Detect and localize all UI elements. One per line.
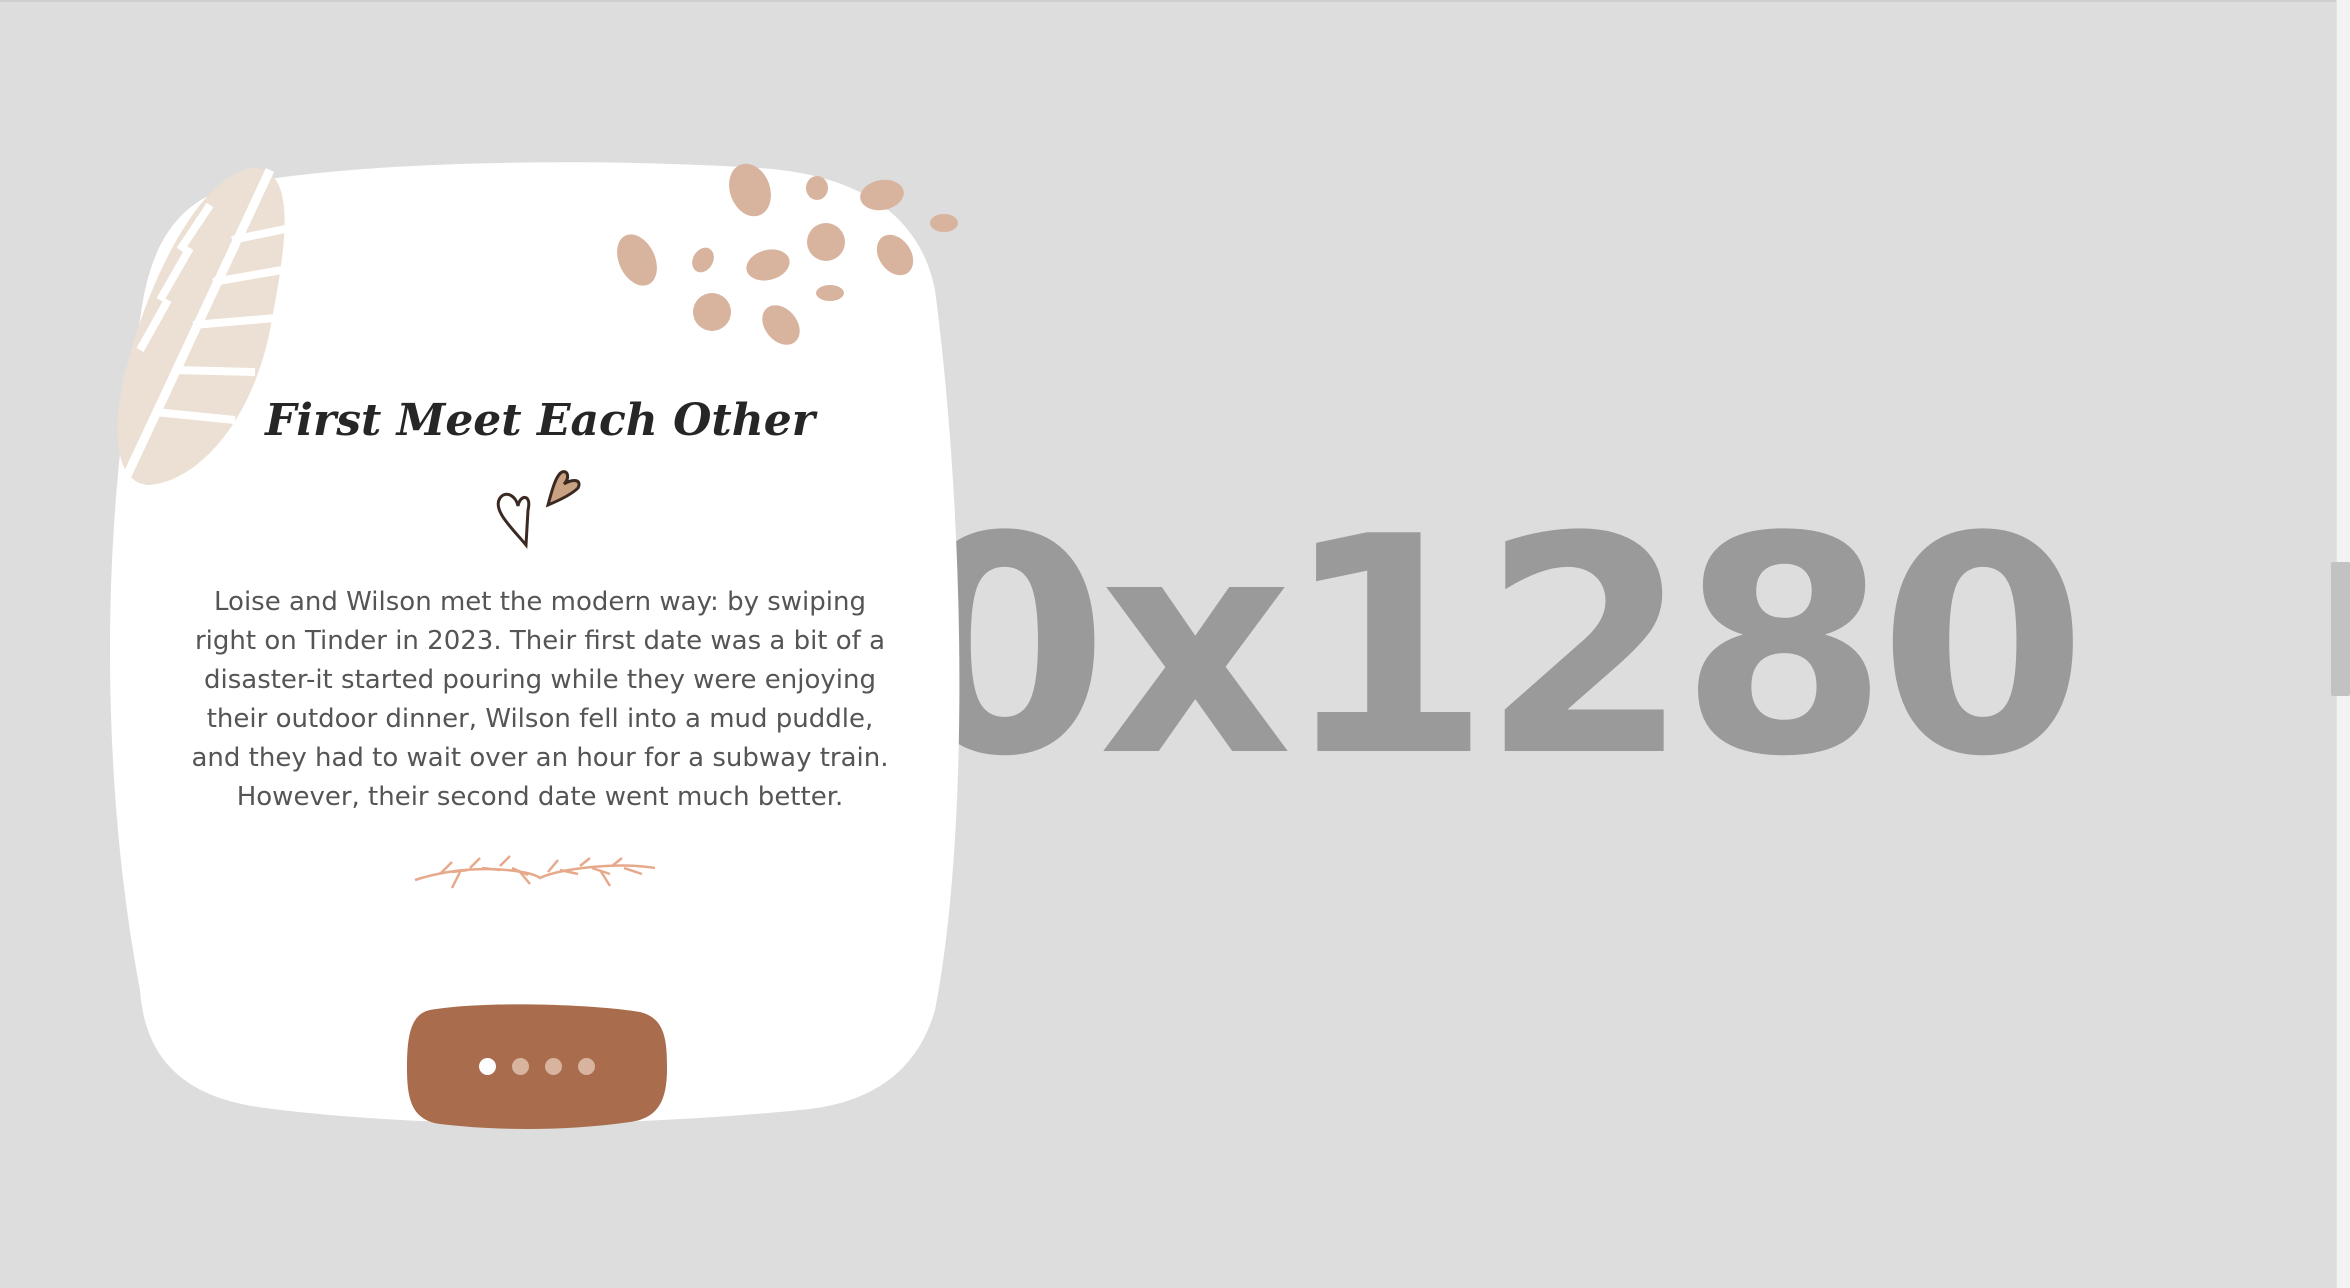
scrollbar-thumb[interactable]	[2331, 562, 2350, 696]
slider-dot-1[interactable]	[479, 1058, 496, 1075]
card-paragraph: Loise and Wilson met the modern way: by …	[191, 587, 889, 812]
slider-dot-4[interactable]	[578, 1058, 595, 1075]
page: 0x1280 First Meet Each Other Loise and W…	[0, 0, 2350, 1288]
slider-dot-3[interactable]	[545, 1058, 562, 1075]
slider-dot-2[interactable]	[512, 1058, 529, 1075]
card-title: First Meet Each Other	[265, 395, 815, 446]
slider-pagination	[407, 1008, 667, 1126]
